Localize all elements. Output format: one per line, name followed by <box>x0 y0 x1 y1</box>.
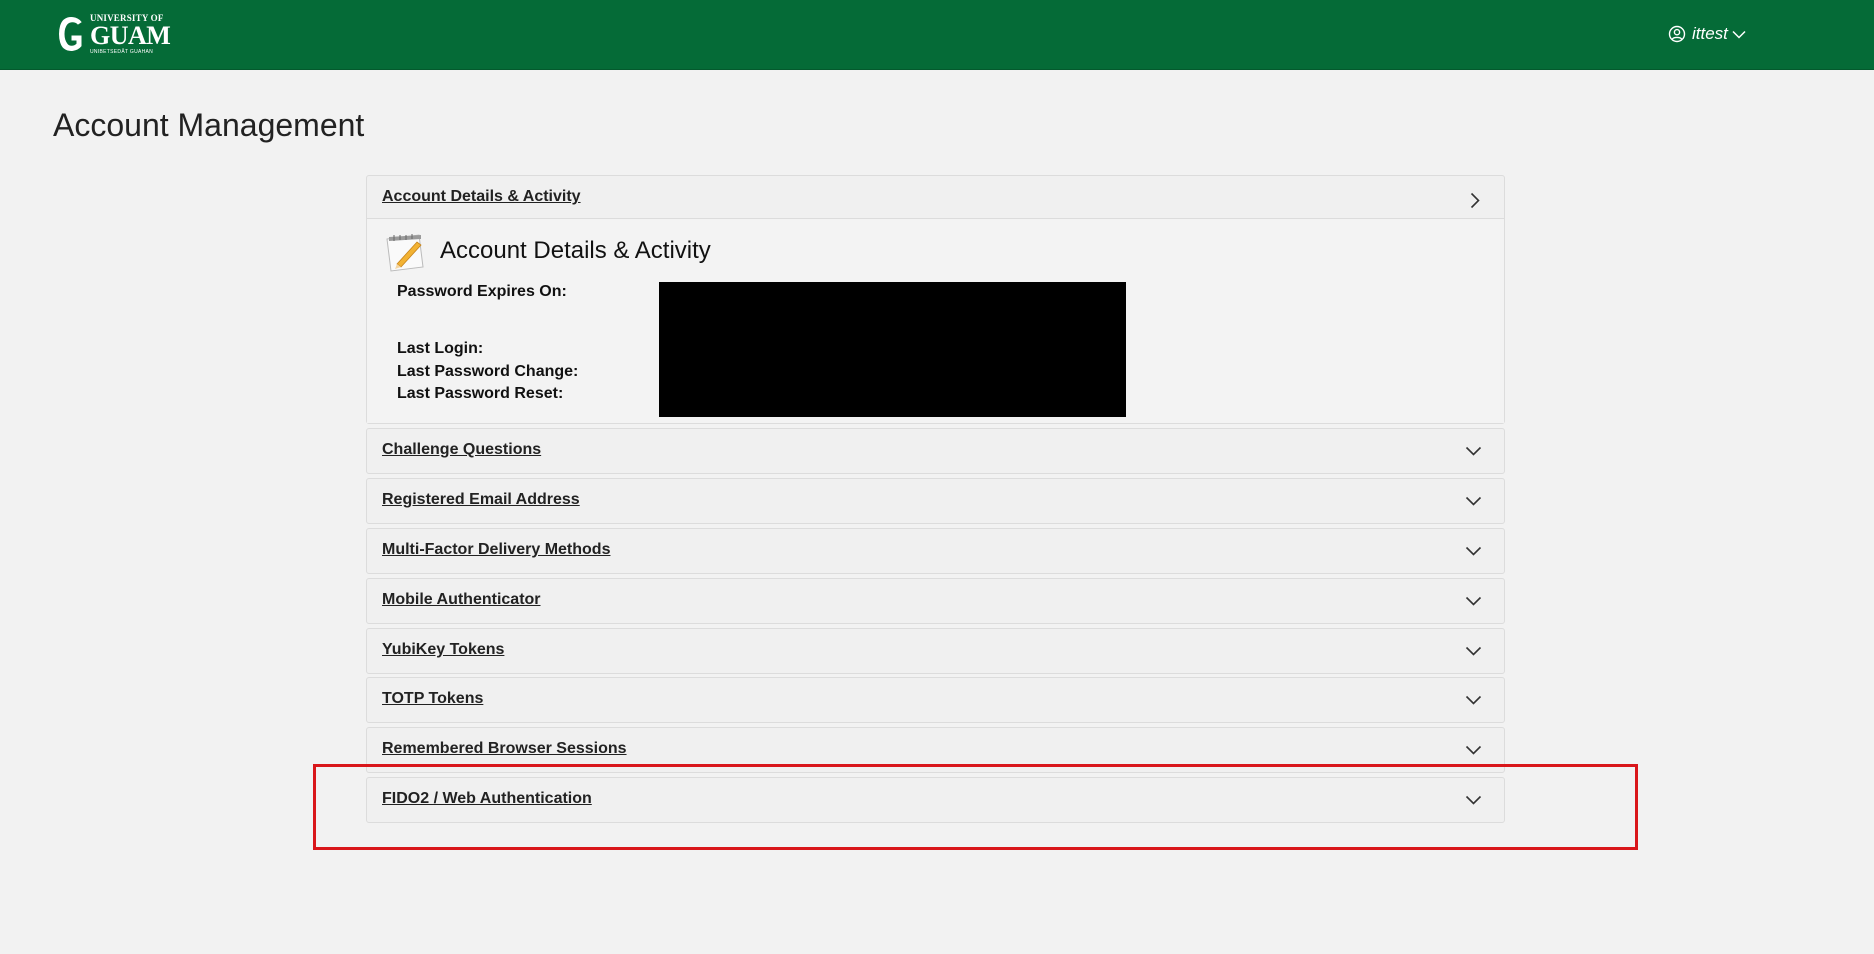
section-link-totp-tokens[interactable]: TOTP Tokens <box>382 690 483 708</box>
section-link-challenge-questions[interactable]: Challenge Questions <box>382 441 541 459</box>
logo-guam: GUAM <box>90 20 171 50</box>
chevron-right-icon[interactable] <box>1470 192 1480 209</box>
university-of-guam-logo[interactable]: UNIVERSITY OF GUAM UNIBETSEDÅT GUAHAN <box>55 13 171 55</box>
section-yubikey-tokens[interactable]: YubiKey Tokens <box>366 628 1505 674</box>
user-account-menu[interactable]: ittest <box>1668 24 1746 44</box>
chevron-down-icon[interactable] <box>1465 695 1482 705</box>
password-expires-label: Password Expires On: <box>397 283 567 300</box>
chevron-down-icon[interactable] <box>1465 795 1482 805</box>
chevron-down-icon[interactable] <box>1465 745 1482 755</box>
account-details-header[interactable]: Account Details & Activity <box>367 176 1504 218</box>
section-link-mobile-authenticator[interactable]: Mobile Authenticator <box>382 591 541 609</box>
section-link-registered-email[interactable]: Registered Email Address <box>382 491 580 509</box>
section-fido2-webauthn[interactable]: FIDO2 / Web Authentication <box>366 777 1505 823</box>
chevron-down-icon[interactable] <box>1465 596 1482 606</box>
section-header[interactable]: FIDO2 / Web Authentication <box>367 778 1504 820</box>
chevron-down-icon[interactable] <box>1465 646 1482 656</box>
chevron-down-icon[interactable] <box>1465 546 1482 556</box>
section-link-mfa-delivery[interactable]: Multi-Factor Delivery Methods <box>382 541 610 559</box>
section-mfa-delivery[interactable]: Multi-Factor Delivery Methods <box>366 528 1505 574</box>
section-link-fido2-webauthn[interactable]: FIDO2 / Web Authentication <box>382 790 592 808</box>
section-challenge-questions[interactable]: Challenge Questions <box>366 428 1505 474</box>
section-remembered-sessions[interactable]: Remembered Browser Sessions <box>366 727 1505 773</box>
section-link-remembered-sessions[interactable]: Remembered Browser Sessions <box>382 740 627 758</box>
section-header[interactable]: YubiKey Tokens <box>367 629 1504 671</box>
redacted-values-block <box>659 282 1126 417</box>
section-header[interactable]: TOTP Tokens <box>367 678 1504 720</box>
section-header[interactable]: Mobile Authenticator <box>367 579 1504 621</box>
section-header[interactable]: Remembered Browser Sessions <box>367 728 1504 770</box>
account-details-link[interactable]: Account Details & Activity <box>382 188 581 206</box>
account-details-body: Account Details & Activity Password Expi… <box>367 218 1504 423</box>
section-totp-tokens[interactable]: TOTP Tokens <box>366 677 1505 723</box>
section-header[interactable]: Multi-Factor Delivery Methods <box>367 529 1504 571</box>
guam-g-logo-icon <box>59 17 82 51</box>
page-title: Account Management <box>53 107 365 143</box>
logo-subtitle: UNIBETSEDÅT GUAHAN <box>90 48 154 55</box>
section-registered-email[interactable]: Registered Email Address <box>366 478 1505 524</box>
chevron-down-icon[interactable] <box>1465 446 1482 456</box>
user-name: ittest <box>1692 24 1728 43</box>
last-password-change-label: Last Password Change: <box>397 363 579 380</box>
top-navigation-bar: UNIVERSITY OF GUAM UNIBETSEDÅT GUAHAN it… <box>0 0 1874 70</box>
section-link-yubikey-tokens[interactable]: YubiKey Tokens <box>382 641 504 659</box>
account-details-panel: Account Details & Activity Account Detai… <box>366 175 1505 424</box>
section-mobile-authenticator[interactable]: Mobile Authenticator <box>366 578 1505 624</box>
last-password-reset-label: Last Password Reset: <box>397 385 564 402</box>
section-header[interactable]: Challenge Questions <box>367 429 1504 471</box>
account-details-heading: Account Details & Activity <box>440 237 711 264</box>
last-login-label: Last Login: <box>397 340 484 357</box>
user-circle-icon <box>1668 25 1686 43</box>
section-header[interactable]: Registered Email Address <box>367 479 1504 521</box>
chevron-down-icon <box>1732 30 1746 39</box>
notepad-pencil-icon <box>386 234 424 272</box>
chevron-down-icon[interactable] <box>1465 496 1482 506</box>
